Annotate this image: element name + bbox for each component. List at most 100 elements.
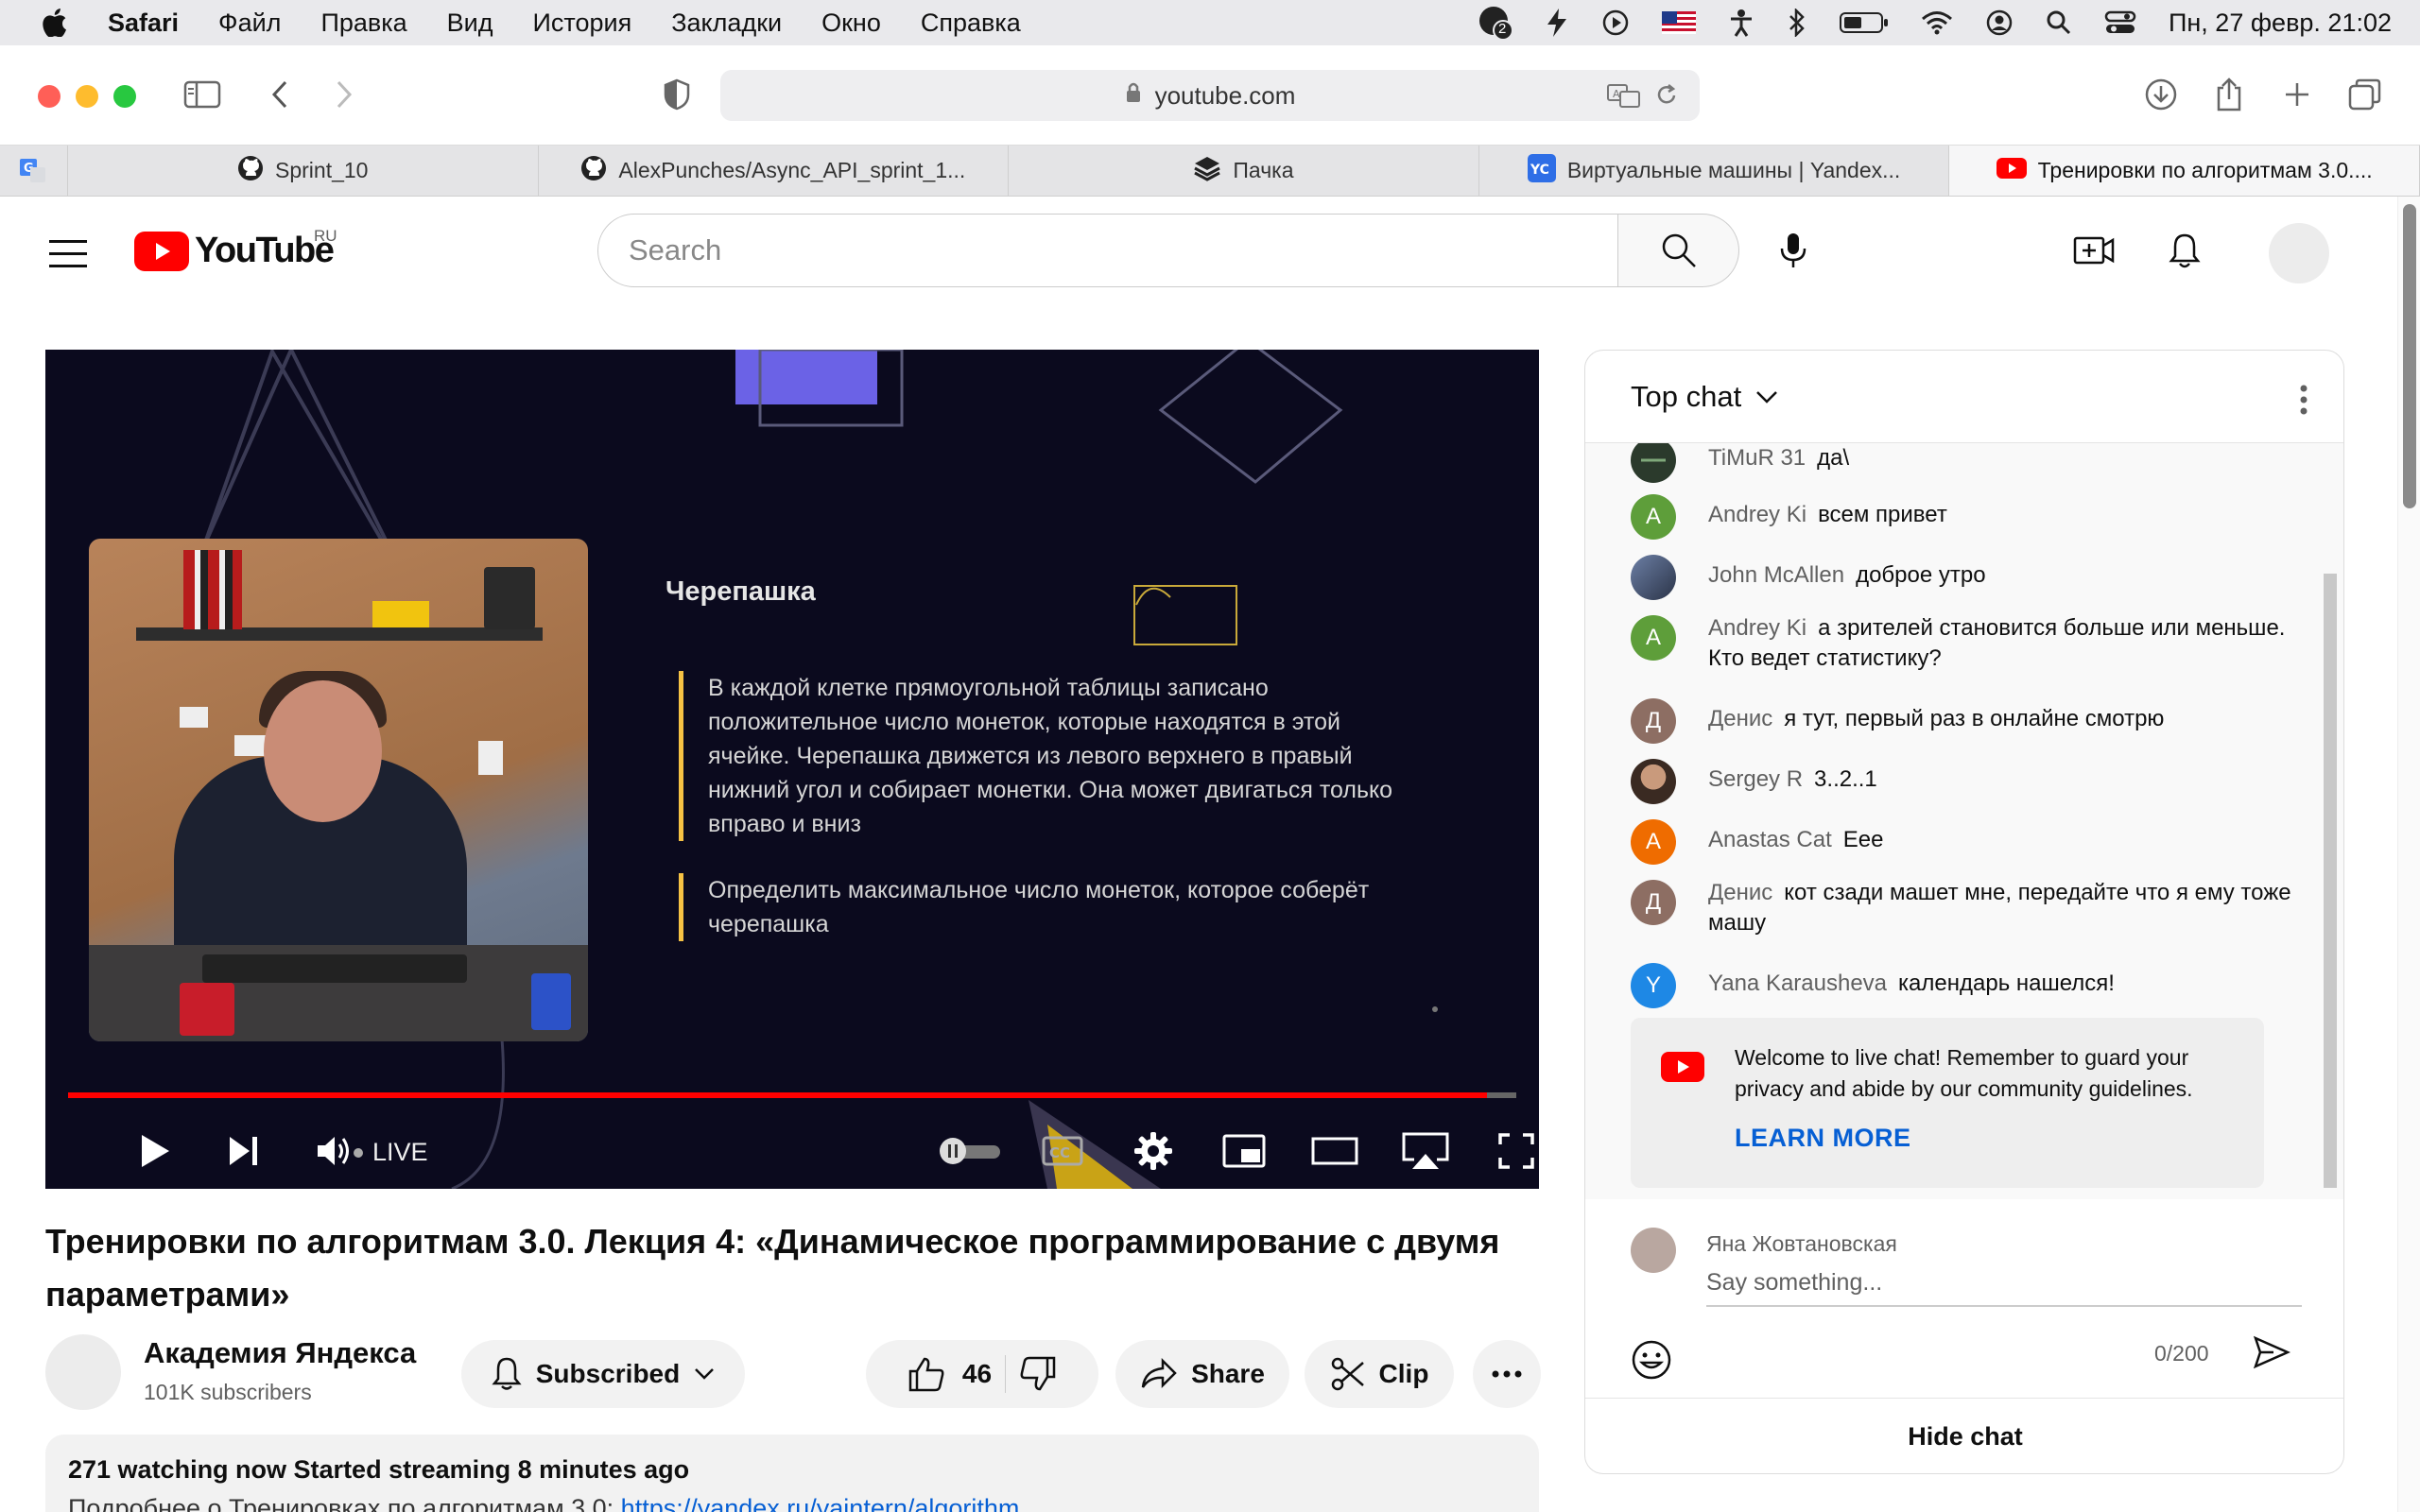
clip-button[interactable]: Clip — [1305, 1340, 1454, 1408]
autoplay-toggle[interactable] — [938, 1126, 1004, 1176]
create-button[interactable] — [2066, 223, 2121, 278]
minimize-window-button[interactable] — [76, 85, 98, 108]
chat-mode-dropdown[interactable]: Top chat — [1631, 380, 1741, 414]
us-flag-icon[interactable] — [1661, 11, 1696, 34]
share-button[interactable]: Share — [1115, 1340, 1289, 1408]
chat-author[interactable]: John McAllen — [1708, 562, 1844, 588]
menu-history[interactable]: История — [533, 9, 632, 38]
youtube-logo[interactable]: YouTube RU — [134, 227, 337, 271]
privacy-shield-icon[interactable] — [656, 74, 698, 115]
chat-message-input[interactable]: Say something... — [1706, 1269, 2302, 1307]
like-button[interactable]: 46 — [908, 1356, 992, 1392]
accessibility-icon[interactable] — [1728, 9, 1754, 37]
wifi-icon[interactable] — [1921, 10, 1953, 35]
search-button[interactable] — [1618, 214, 1739, 287]
dislike-button[interactable] — [1019, 1356, 1057, 1392]
chat-author[interactable]: Anastas Cat — [1708, 827, 1832, 852]
menubar-clock[interactable]: Пн, 27 февр. 21:02 — [2169, 9, 2392, 38]
control-center-icon[interactable] — [2104, 9, 2136, 36]
chat-author[interactable]: Andrey Ki — [1708, 615, 1806, 641]
zoom-window-button[interactable] — [113, 85, 136, 108]
youtube-page: YouTube RU Search Черепашка В каждой кле… — [0, 197, 2397, 1512]
notifications-button[interactable] — [2157, 223, 2212, 278]
chat-author[interactable]: Денис — [1708, 706, 1772, 731]
more-vertical-icon[interactable] — [2300, 385, 2308, 415]
menu-view[interactable]: Вид — [447, 9, 493, 38]
menu-bookmarks[interactable]: Закладки — [671, 9, 782, 38]
search-input[interactable]: Search — [597, 214, 1618, 287]
tab-sprint-10[interactable]: Sprint_10 — [68, 146, 539, 196]
description-box[interactable]: 271 watching now Started streaming 8 min… — [45, 1435, 1539, 1512]
volume-button[interactable] — [310, 1126, 359, 1176]
chat-author[interactable]: TiMuR 31 — [1708, 445, 1806, 471]
new-tab-icon[interactable] — [2276, 74, 2318, 115]
tab-async-api[interactable]: AlexPunches/Async_API_sprint_1... — [539, 146, 1010, 196]
share-arrow-icon — [1141, 1358, 1177, 1389]
channel-name[interactable]: Академия Яндекса — [144, 1336, 416, 1370]
menu-edit[interactable]: Правка — [320, 9, 406, 38]
tab-overview-icon[interactable] — [2344, 74, 2386, 115]
chat-author[interactable]: Денис — [1708, 880, 1772, 905]
next-button[interactable] — [219, 1126, 268, 1176]
create-video-icon — [2073, 236, 2115, 265]
notification-badge-icon[interactable]: 2 — [1478, 6, 1512, 40]
spotlight-search-icon[interactable] — [2046, 9, 2072, 36]
progress-bar[interactable] — [68, 1092, 1488, 1098]
tab-youtube-active[interactable]: Тренировки по алгоритмам 3.0.... — [1949, 146, 2420, 196]
back-arrow-icon[interactable] — [259, 74, 301, 115]
apple-menu-icon[interactable] — [26, 9, 83, 37]
address-bar[interactable]: youtube.com A — [720, 70, 1700, 121]
svg-text:A: A — [1613, 88, 1620, 100]
battery-icon[interactable] — [1839, 10, 1889, 35]
tab-label: Тренировки по алгоритмам 3.0.... — [2037, 158, 2373, 182]
channel-avatar[interactable] — [45, 1334, 121, 1410]
chat-avatar: A — [1631, 615, 1676, 661]
downloads-icon[interactable] — [2140, 74, 2182, 115]
settings-button[interactable] — [1129, 1126, 1178, 1176]
hide-chat-button[interactable]: Hide chat — [1585, 1398, 2343, 1473]
subtitles-button[interactable]: CC — [1038, 1126, 1087, 1176]
page-scrollbar[interactable] — [2397, 197, 2420, 1512]
more-actions-button[interactable] — [1473, 1340, 1541, 1408]
close-window-button[interactable] — [38, 85, 60, 108]
chat-author[interactable]: Sergey R — [1708, 766, 1803, 792]
fullscreen-button[interactable] — [1492, 1126, 1539, 1176]
learn-more-link[interactable]: LEARN MORE — [1735, 1124, 1911, 1153]
account-avatar[interactable] — [2269, 223, 2329, 284]
translate-extension-tab[interactable]: G — [0, 146, 68, 196]
chat-message: TiMuR 31 да\ — [1631, 443, 2292, 483]
video-player[interactable]: Черепашка В каждой клетке прямоугольной … — [45, 350, 1539, 1189]
subscribed-button[interactable]: Subscribed — [461, 1340, 745, 1408]
tab-yandex-cloud[interactable]: YC Виртуальные машины | Yandex... — [1479, 146, 1950, 196]
send-icon[interactable] — [2253, 1335, 2290, 1369]
menu-help[interactable]: Справка — [921, 9, 1021, 38]
reload-icon[interactable] — [1654, 83, 1679, 114]
chat-author[interactable]: Andrey Ki — [1708, 502, 1806, 527]
menu-hamburger-icon[interactable] — [49, 240, 87, 277]
description-link[interactable]: https://yandex.ru/yaintern/algorithm — [621, 1494, 1020, 1512]
menu-file[interactable]: Файл — [218, 9, 281, 38]
voice-search-button[interactable] — [1764, 221, 1823, 280]
chat-author[interactable]: Yana Karausheva — [1708, 971, 1887, 996]
live-indicator[interactable]: LIVE — [354, 1138, 428, 1167]
play-button[interactable] — [130, 1126, 180, 1176]
tab-pachka[interactable]: Пачка — [1009, 146, 1479, 196]
sidebar-toggle-icon[interactable] — [182, 74, 223, 115]
play-circle-icon[interactable] — [1601, 9, 1630, 37]
bluetooth-icon[interactable] — [1787, 9, 1807, 37]
menu-window[interactable]: Окно — [821, 9, 881, 38]
emoji-icon[interactable] — [1631, 1339, 1672, 1381]
microphone-icon — [1780, 233, 1806, 267]
miniplayer-button[interactable] — [1219, 1126, 1269, 1176]
bolt-icon[interactable] — [1545, 8, 1569, 38]
forward-arrow-icon[interactable] — [323, 74, 365, 115]
share-icon[interactable] — [2208, 74, 2250, 115]
user-circle-icon[interactable] — [1985, 9, 2014, 37]
chat-scrollbar[interactable] — [2321, 443, 2340, 1199]
chevron-down-icon[interactable] — [1754, 389, 1779, 404]
airplay-button[interactable] — [1401, 1126, 1450, 1176]
menu-safari[interactable]: Safari — [108, 9, 179, 38]
translate-icon[interactable]: A — [1607, 83, 1641, 114]
video-title: Тренировки по алгоритмам 3.0. Лекция 4: … — [45, 1222, 1500, 1314]
theater-mode-button[interactable] — [1310, 1126, 1359, 1176]
